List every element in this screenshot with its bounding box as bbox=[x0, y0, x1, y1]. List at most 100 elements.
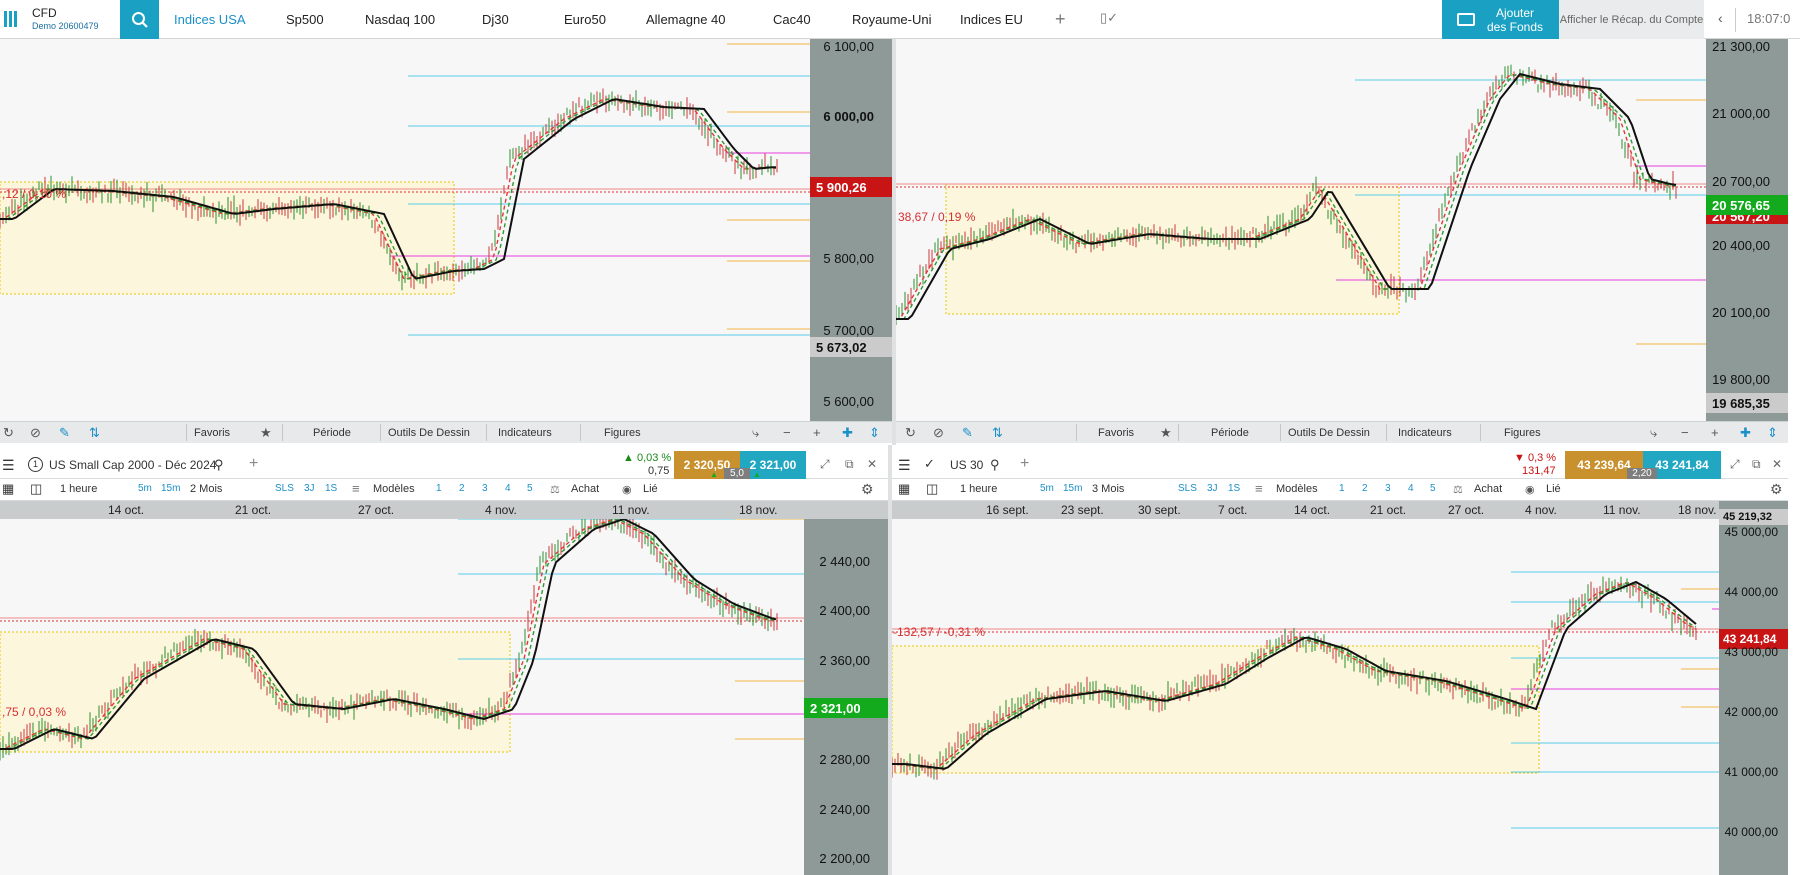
russell-num-2[interactable]: 2 bbox=[459, 483, 465, 494]
russell-num-1[interactable]: 1 bbox=[436, 483, 442, 494]
dj-chart-area[interactable]: 38,67 / 0,19 % bbox=[896, 39, 1706, 421]
russell-templates-button[interactable]: Modèles bbox=[373, 483, 415, 495]
tab-nasdaq-100[interactable]: Nasdaq 100 bbox=[365, 12, 435, 27]
us30-period[interactable]: 3 Mois bbox=[1092, 483, 1124, 495]
us30-num-5[interactable]: 5 bbox=[1430, 483, 1436, 494]
us30-num-4[interactable]: 4 bbox=[1408, 483, 1414, 494]
russell-title[interactable]: US Small Cap 2000 - Déc 2024 bbox=[49, 458, 216, 472]
russell-range-1s[interactable]: 1S bbox=[325, 483, 337, 494]
sp500-price-axis[interactable]: 6 100,00 6 000,00 5 900,26 5 800,00 5 70… bbox=[810, 39, 892, 421]
sp500-chart-area[interactable]: ,12 / 0,10 % bbox=[0, 39, 810, 421]
fit-vertical-icon[interactable]: ⇕ bbox=[869, 425, 880, 441]
us30-range-1s[interactable]: 1S bbox=[1228, 483, 1240, 494]
chart-type-icon[interactable]: ◫ bbox=[30, 481, 42, 497]
drawing-tools-button[interactable]: Outils De Dessin bbox=[1288, 427, 1370, 439]
russell-price-axis[interactable]: 2 440,00 2 400,00 2 360,00 2 321,00 2 28… bbox=[804, 519, 888, 875]
us30-templates-button[interactable]: Modèles bbox=[1276, 483, 1318, 495]
zoom-in-icon[interactable]: + bbox=[813, 425, 821, 440]
favoris-button[interactable]: Favoris bbox=[1098, 427, 1134, 439]
menu-icon[interactable]: ☰ bbox=[898, 457, 911, 474]
add-tab-icon[interactable]: + bbox=[1055, 9, 1066, 30]
close-icon[interactable]: ✕ bbox=[1772, 457, 1782, 471]
fit-vertical-icon[interactable]: ⇕ bbox=[1767, 425, 1778, 441]
cursor-arrows-icon[interactable]: ⇅ bbox=[89, 425, 100, 441]
russell-num-5[interactable]: 5 bbox=[527, 483, 533, 494]
add-instrument-icon[interactable]: + bbox=[249, 455, 258, 473]
chart-type-icon[interactable]: ◫ bbox=[926, 481, 938, 497]
list-icon[interactable]: ▦ bbox=[2, 481, 14, 497]
favoris-button[interactable]: Favoris bbox=[194, 427, 230, 439]
crosshair-icon[interactable]: ✚ bbox=[842, 425, 853, 441]
us30-price-axis[interactable]: 45 219,32 45 000,00 44 000,00 43 241,84 … bbox=[1719, 501, 1788, 875]
settings-gear-icon[interactable]: ⚙ bbox=[861, 481, 874, 498]
russell-num-4[interactable]: 4 bbox=[505, 483, 511, 494]
russell-num-3[interactable]: 3 bbox=[482, 483, 488, 494]
dj-price-chart[interactable] bbox=[896, 39, 1706, 421]
periode-button[interactable]: Période bbox=[1211, 427, 1249, 439]
russell-timeframe[interactable]: 1 heure bbox=[60, 483, 97, 495]
drawing-tool-icon[interactable]: ⤷ bbox=[1650, 425, 1657, 441]
sp500-price-chart[interactable] bbox=[0, 39, 810, 421]
us30-range-3j[interactable]: 3J bbox=[1207, 483, 1218, 494]
search-button[interactable] bbox=[120, 0, 159, 39]
refresh-icon[interactable]: ↻ bbox=[905, 425, 916, 441]
russell-range-sls[interactable]: SLS bbox=[275, 483, 294, 494]
us30-tf-15m[interactable]: 15m bbox=[1063, 483, 1082, 494]
list-icon[interactable]: ▦ bbox=[898, 481, 910, 497]
cancel-icon[interactable]: ⊘ bbox=[30, 425, 41, 441]
us30-timeframe[interactable]: 1 heure bbox=[960, 483, 997, 495]
search-icon[interactable]: ⚲ bbox=[214, 457, 224, 473]
settings-gear-icon[interactable]: ⚙ bbox=[1770, 481, 1783, 498]
us30-title[interactable]: US 30 bbox=[950, 458, 983, 472]
us30-price-chart[interactable] bbox=[892, 519, 1719, 875]
russell-price-chart[interactable] bbox=[0, 519, 804, 875]
us30-range-sls[interactable]: SLS bbox=[1178, 483, 1197, 494]
tab-indices-usa[interactable]: Indices USA bbox=[174, 12, 246, 27]
figures-button[interactable]: Figures bbox=[604, 427, 641, 439]
drawing-tools-button[interactable]: Outils De Dessin bbox=[388, 427, 470, 439]
us30-linked[interactable]: Lié bbox=[1546, 483, 1561, 495]
expand-icon[interactable]: ⤢ bbox=[820, 457, 830, 472]
russell-tf-5m[interactable]: 5m bbox=[138, 483, 152, 494]
zoom-out-icon[interactable]: − bbox=[783, 425, 791, 440]
pencil-icon[interactable]: ✎ bbox=[962, 425, 973, 441]
russell-buy-mode[interactable]: Achat bbox=[571, 483, 599, 495]
us30-chart-area[interactable]: -132,57 / -0,31 % bbox=[892, 519, 1719, 875]
add-instrument-icon[interactable]: + bbox=[1020, 455, 1029, 473]
tab-dj30[interactable]: Dj30 bbox=[482, 12, 509, 27]
refresh-icon[interactable]: ↻ bbox=[3, 425, 14, 441]
russell-linked[interactable]: Lié bbox=[643, 483, 658, 495]
periode-button[interactable]: Période bbox=[313, 427, 351, 439]
us30-num-1[interactable]: 1 bbox=[1339, 483, 1345, 494]
star-icon[interactable]: ★ bbox=[260, 425, 272, 441]
tab-allemagne-40[interactable]: Allemagne 40 bbox=[646, 12, 726, 27]
tab-sp500[interactable]: Sp500 bbox=[286, 12, 324, 27]
drawing-tool-icon[interactable]: ⤷ bbox=[752, 425, 759, 441]
zoom-in-icon[interactable]: + bbox=[1711, 425, 1719, 440]
tab-royaume-uni[interactable]: Royaume-Uni bbox=[852, 12, 931, 27]
cancel-icon[interactable]: ⊘ bbox=[933, 425, 944, 441]
tab-euro50[interactable]: Euro50 bbox=[564, 12, 606, 27]
indicators-button[interactable]: Indicateurs bbox=[1398, 427, 1452, 439]
us30-num-2[interactable]: 2 bbox=[1362, 483, 1368, 494]
zoom-out-icon[interactable]: − bbox=[1681, 425, 1689, 440]
us30-tf-5m[interactable]: 5m bbox=[1040, 483, 1054, 494]
popout-icon[interactable]: ⧉ bbox=[845, 457, 854, 472]
account-summary-button[interactable]: Afficher le Récap. du Compte bbox=[1559, 0, 1704, 39]
cursor-arrows-icon[interactable]: ⇅ bbox=[992, 425, 1003, 441]
add-funds-button[interactable]: Ajouter des Fonds bbox=[1442, 0, 1559, 39]
search-icon[interactable]: ⚲ bbox=[990, 457, 1000, 473]
chevron-left-icon[interactable]: ‹ bbox=[1718, 10, 1723, 26]
dj-price-axis[interactable]: 21 300,00 21 000,00 20 700,00 20 567,20 … bbox=[1706, 39, 1788, 421]
indicators-button[interactable]: Indicateurs bbox=[498, 427, 552, 439]
russell-chart-area[interactable]: ,75 / 0,03 % bbox=[0, 519, 804, 875]
account-info[interactable]: CFD Demo 20600479 bbox=[32, 7, 99, 33]
russell-range-3j[interactable]: 3J bbox=[304, 483, 315, 494]
tab-indices-eu[interactable]: Indices EU bbox=[960, 12, 1023, 27]
star-icon[interactable]: ★ bbox=[1160, 425, 1172, 441]
russell-tf-15m[interactable]: 15m bbox=[161, 483, 180, 494]
menu-icon[interactable]: ☰ bbox=[2, 457, 15, 474]
russell-period[interactable]: 2 Mois bbox=[190, 483, 222, 495]
figures-button[interactable]: Figures bbox=[1504, 427, 1541, 439]
crosshair-icon[interactable]: ✚ bbox=[1740, 425, 1751, 441]
